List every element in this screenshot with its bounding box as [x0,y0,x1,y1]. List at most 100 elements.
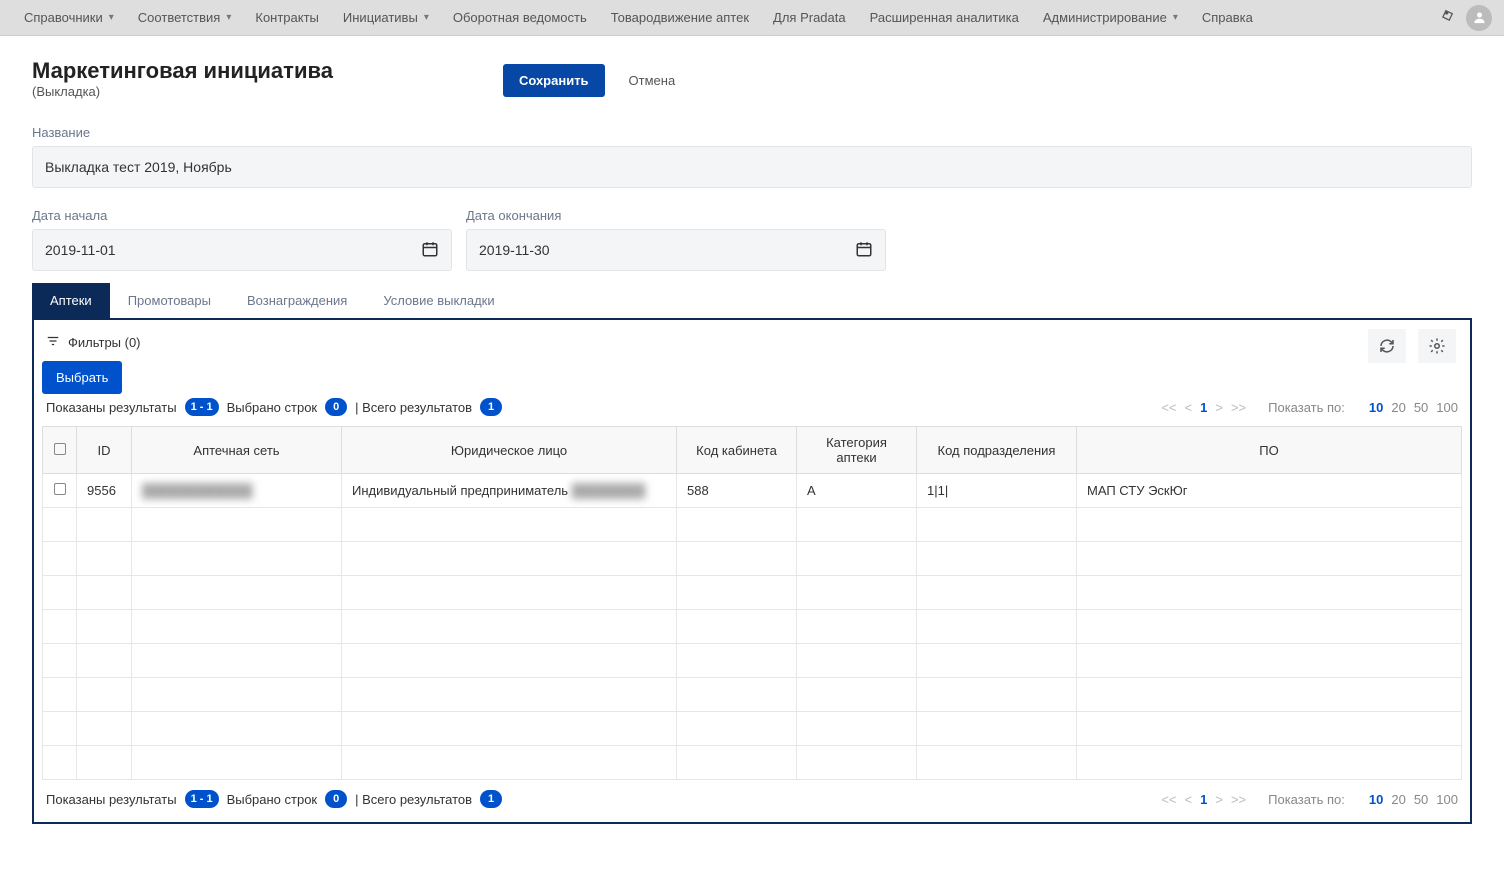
nav-label: Справочники [24,10,103,25]
table-row-empty [43,542,1462,576]
page-subtitle: (Выкладка) [32,84,333,99]
cancel-button[interactable]: Отмена [613,64,692,97]
gear-icon[interactable] [1418,329,1456,363]
end-date-label: Дата окончания [466,208,886,223]
user-avatar-icon[interactable] [1466,5,1492,31]
end-date-input[interactable]: 2019-11-30 [466,229,886,271]
nav-contracts[interactable]: Контракты [243,0,331,36]
chevron-down-icon: ▾ [109,12,114,23]
selected-badge: 0 [325,398,347,416]
table-row-empty [43,644,1462,678]
chevron-down-icon: ▾ [1173,12,1178,23]
cell-po: МАП СТУ ЭскЮг [1077,474,1462,508]
table-row-empty [43,678,1462,712]
page-size-100[interactable]: 100 [1436,400,1458,415]
calendar-icon [855,240,873,261]
pharmacy-table: ID Аптечная сеть Юридическое лицо Код ка… [42,426,1462,780]
table-header-row: ID Аптечная сеть Юридическое лицо Код ка… [43,427,1462,474]
show-by-label: Показать по: [1268,400,1345,415]
filter-icon[interactable] [46,334,60,351]
page-size-10[interactable]: 10 [1369,792,1383,807]
table-row-empty [43,746,1462,780]
header-dept[interactable]: Код подразделения [917,427,1077,474]
start-date-value: 2019-11-01 [45,242,116,258]
cell-category: А [797,474,917,508]
page-size-100[interactable]: 100 [1436,792,1458,807]
pager-first-icon[interactable]: << [1161,792,1176,807]
cell-legal: Индивидуальный предприниматель ████████ [342,474,677,508]
tab-condition[interactable]: Условие выкладки [365,283,512,318]
header-category[interactable]: Категория аптеки [797,427,917,474]
nav-turnover[interactable]: Оборотная ведомость [441,0,599,36]
pager-last-icon[interactable]: >> [1231,792,1246,807]
pager-current-bottom[interactable]: 1 [1200,792,1207,807]
results-label-bottom: Показаны результаты [46,792,177,807]
header-id[interactable]: ID [77,427,132,474]
select-button[interactable]: Выбрать [42,361,122,394]
header-code[interactable]: Код кабинета [677,427,797,474]
refresh-icon[interactable] [1368,329,1406,363]
pager-prev-icon[interactable]: < [1185,400,1193,415]
cell-id: 9556 [77,474,132,508]
nav-label: Для Pradata [773,10,846,25]
table-row-empty [43,576,1462,610]
nav-label: Контракты [255,10,319,25]
cell-code: 588 [677,474,797,508]
total-badge-bottom: 1 [480,790,502,808]
results-badge-bottom: 1 - 1 [185,790,219,808]
header-legal[interactable]: Юридическое лицо [342,427,677,474]
calendar-icon [421,240,439,261]
total-label-bottom: | Всего результатов [355,792,472,807]
results-badge: 1 - 1 [185,398,219,416]
pager-last-icon[interactable]: >> [1231,400,1246,415]
nav-label: Расширенная аналитика [870,10,1019,25]
pager-current[interactable]: 1 [1200,400,1207,415]
selected-label-bottom: Выбрано строк [227,792,318,807]
nav-label: Администрирование [1043,10,1167,25]
pager-next-icon[interactable]: > [1215,792,1223,807]
header-po[interactable]: ПО [1077,427,1462,474]
cell-dept: 1|1| [917,474,1077,508]
table-row-empty [43,712,1462,746]
total-badge: 1 [480,398,502,416]
header-network[interactable]: Аптечная сеть [132,427,342,474]
nav-help[interactable]: Справка [1190,0,1265,36]
page-size-10[interactable]: 10 [1369,400,1383,415]
name-input[interactable]: Выкладка тест 2019, Ноябрь [32,146,1472,188]
nav-label: Справка [1202,10,1253,25]
tab-promo[interactable]: Промотовары [110,283,229,318]
page-size-50[interactable]: 50 [1414,792,1428,807]
pager-prev-icon[interactable]: < [1185,792,1193,807]
start-date-input[interactable]: 2019-11-01 [32,229,452,271]
pager-next-icon[interactable]: > [1215,400,1223,415]
selected-badge-bottom: 0 [325,790,347,808]
row-checkbox[interactable] [43,474,77,508]
nav-references[interactable]: Справочники ▾ [12,0,126,36]
table-row-empty [43,508,1462,542]
page-size-20[interactable]: 20 [1391,400,1405,415]
page-size-50[interactable]: 50 [1414,400,1428,415]
tag-icon[interactable] [1438,6,1458,28]
nav-label: Товародвижение аптек [611,10,749,25]
nav-initiatives[interactable]: Инициативы ▾ [331,0,441,36]
name-label: Название [32,125,1472,140]
filters-label[interactable]: Фильтры (0) [68,335,141,350]
nav-analytics[interactable]: Расширенная аналитика [858,0,1031,36]
chevron-down-icon: ▾ [226,12,231,23]
table-row[interactable]: 9556 ████████████ Индивидуальный предпри… [43,474,1462,508]
nav-admin[interactable]: Администрирование ▾ [1031,0,1190,36]
header-checkbox[interactable] [43,427,77,474]
tab-rewards[interactable]: Вознаграждения [229,283,365,318]
save-button[interactable]: Сохранить [503,64,605,97]
nav-label: Соответствия [138,10,221,25]
page-size-20[interactable]: 20 [1391,792,1405,807]
page-title-block: Маркетинговая инициатива (Выкладка) [32,58,333,99]
selected-label: Выбрано строк [227,400,318,415]
nav-matches[interactable]: Соответствия ▾ [126,0,244,36]
nav-goods[interactable]: Товародвижение аптек [599,0,761,36]
page-title: Маркетинговая инициатива [32,58,333,84]
tab-pharmacies[interactable]: Аптеки [32,283,110,318]
nav-pradata[interactable]: Для Pradata [761,0,858,36]
pager-first-icon[interactable]: << [1161,400,1176,415]
show-by-label-bottom: Показать по: [1268,792,1345,807]
